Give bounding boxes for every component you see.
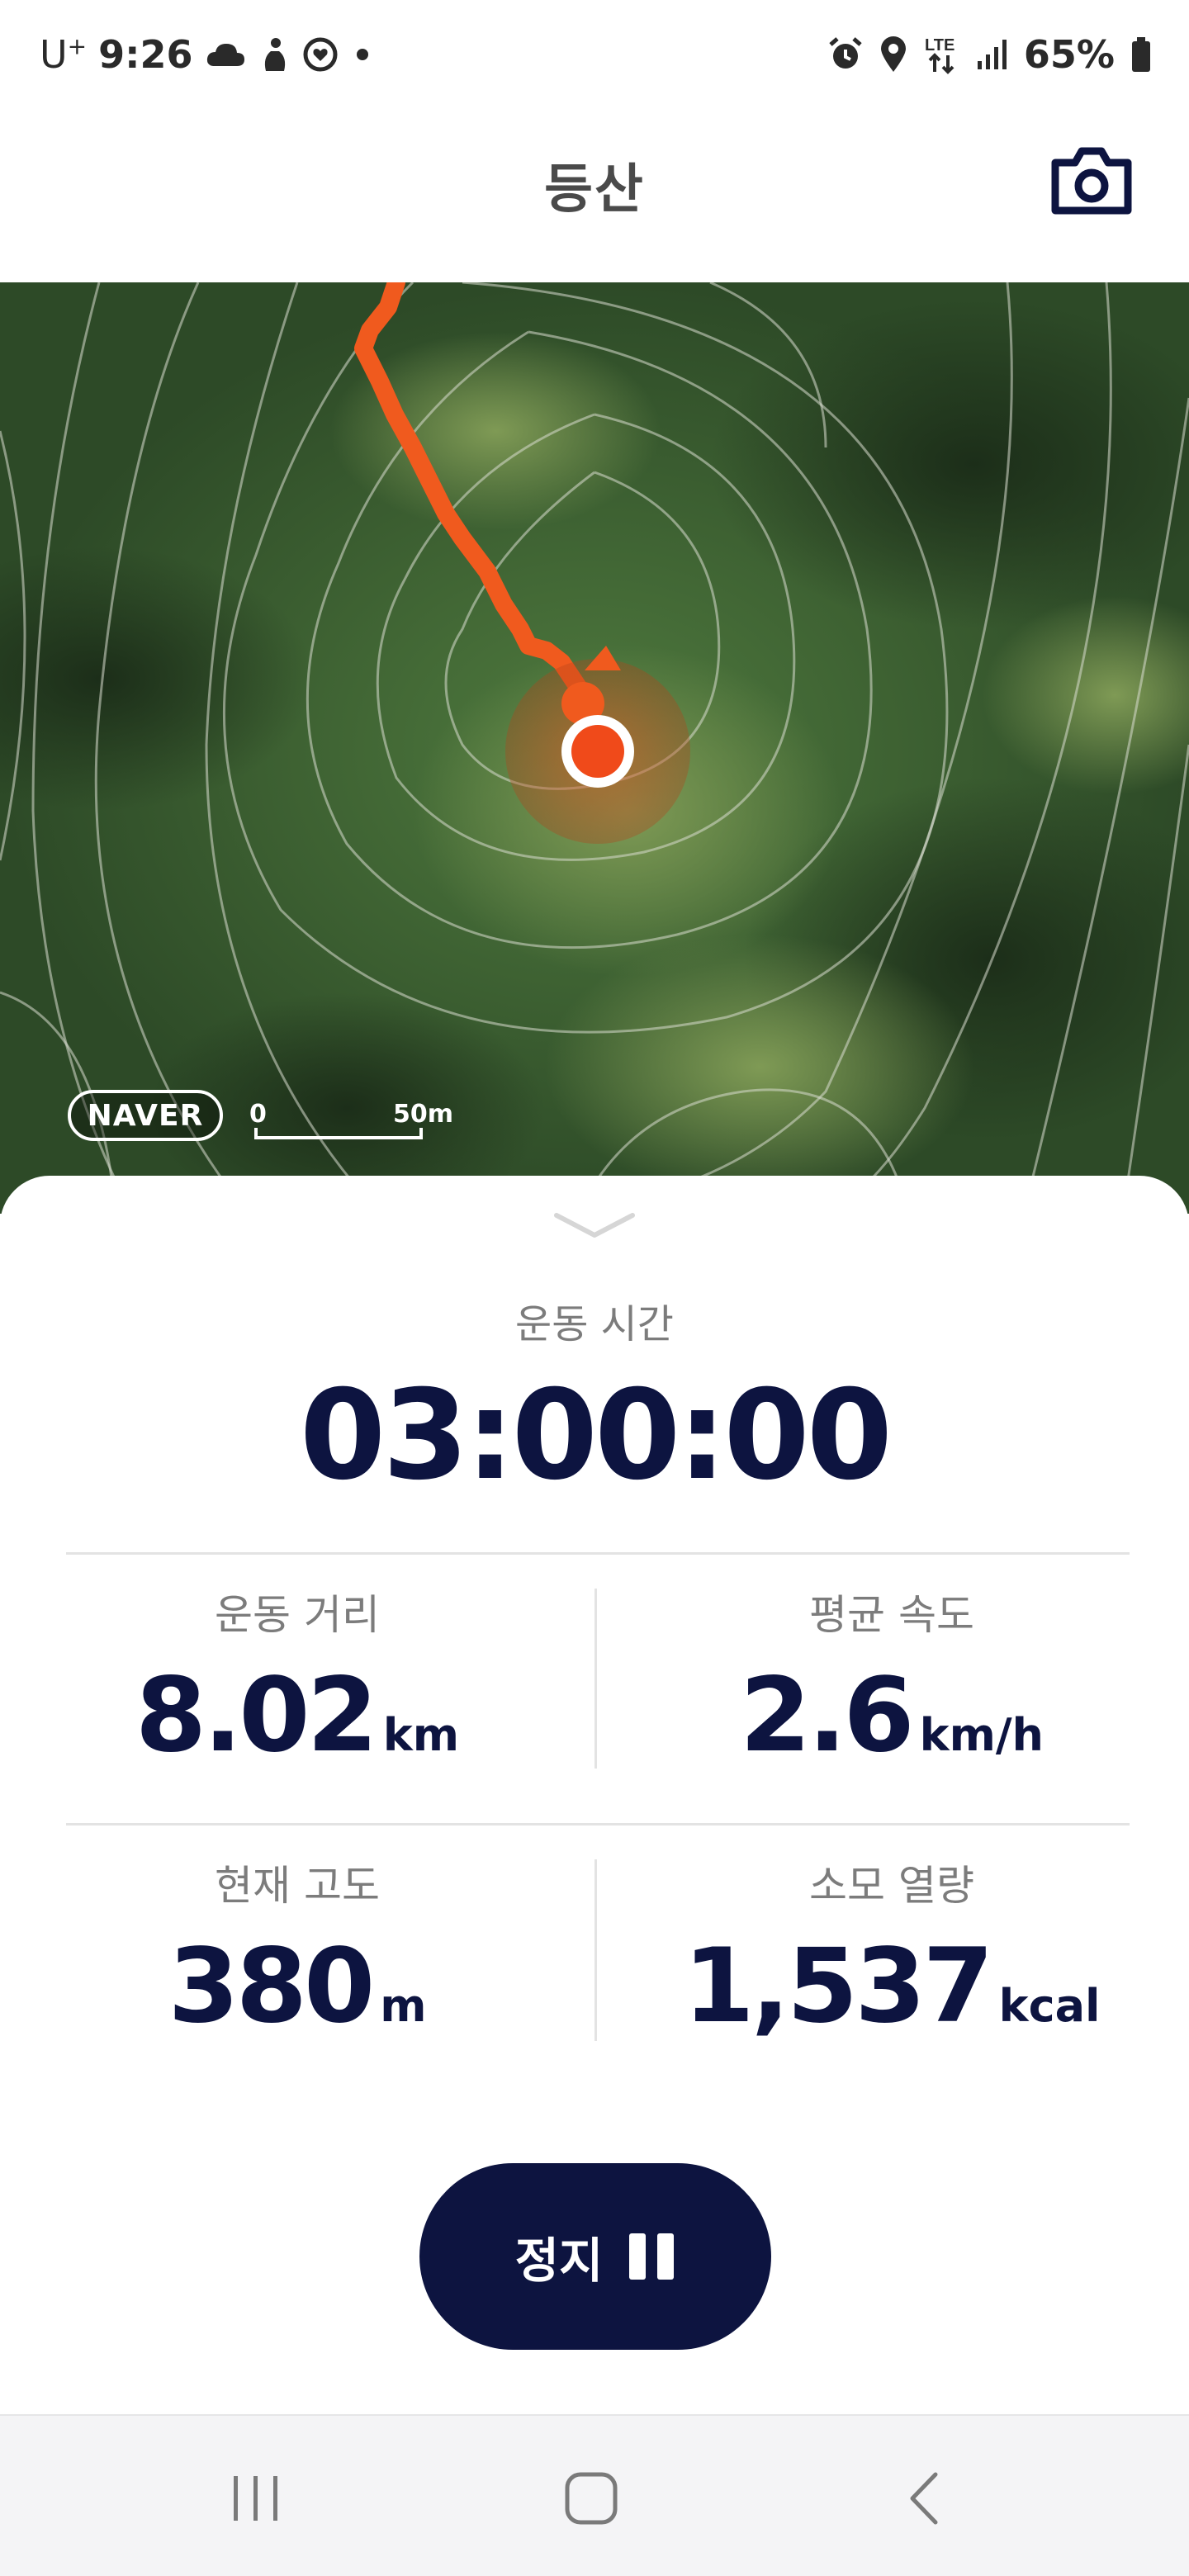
stat-calories: 소모 열량 1,537 kcal: [628, 1861, 1156, 2046]
stat-calories-label: 소모 열량: [809, 1862, 974, 1910]
location-icon: [879, 36, 908, 73]
naver-logo: NAVER: [68, 1090, 223, 1141]
stat-altitude-unit: m: [380, 1980, 427, 2032]
scale-line: [254, 1128, 423, 1139]
home-button[interactable]: [542, 2459, 641, 2538]
stat-distance-unit: km: [382, 1709, 460, 1761]
map-view[interactable]: NAVER 0 50m: [0, 282, 1189, 1214]
stat-calories-value: 1,537: [683, 1927, 993, 2046]
battery-icon: [1130, 36, 1153, 73]
workout-sheet: 운동 시간 03:00:00 운동 거리 8.02 km 평균 속도 2.6 k…: [0, 1176, 1189, 2414]
back-button[interactable]: [875, 2459, 974, 2538]
camera-icon: [1051, 147, 1132, 215]
stat-altitude-value: 380: [168, 1927, 375, 2046]
cloud-icon: [205, 40, 246, 69]
stat-altitude-label: 현재 고도: [215, 1862, 380, 1910]
stats-vdivider-2: [594, 1859, 597, 2041]
stat-distance-label: 운동 거리: [215, 1591, 380, 1639]
chevron-down-icon: [554, 1213, 635, 1238]
home-icon: [565, 2472, 618, 2525]
status-left: U+ 9:26: [40, 28, 375, 81]
workout-time-value: 03:00:00: [299, 1364, 893, 1508]
app-header: 등산: [0, 107, 1189, 282]
status-right: LTE 65%: [827, 28, 1153, 81]
stat-calories-unit: kcal: [998, 1980, 1101, 2032]
stat-altitude: 현재 고도 380 m: [33, 1861, 561, 2046]
status-time: 9:26: [98, 32, 193, 77]
svg-text:LTE: LTE: [925, 36, 955, 54]
stat-speed-label: 평균 속도: [809, 1591, 974, 1639]
stat-speed-value: 2.6: [739, 1656, 915, 1775]
workout-time-label: 운동 시간: [515, 1301, 674, 1347]
lte-icon: LTE: [923, 34, 961, 75]
stop-button[interactable]: 정지: [419, 2163, 771, 2350]
dot-icon: [350, 46, 375, 63]
stats-divider-top: [66, 1552, 1130, 1555]
person-icon: [258, 36, 291, 73]
stats-vdivider-1: [594, 1589, 597, 1769]
satellite-map: [0, 282, 1189, 1214]
recents-button[interactable]: [206, 2459, 306, 2538]
stats-divider-middle: [66, 1823, 1130, 1825]
stat-speed-unit: km/h: [919, 1709, 1045, 1761]
status-bar: U+ 9:26 LTE 65%: [0, 0, 1189, 107]
stat-speed: 평균 속도 2.6 km/h: [628, 1590, 1156, 1775]
back-icon: [910, 2472, 938, 2525]
stat-distance: 운동 거리 8.02 km: [33, 1590, 561, 1775]
sheet-collapse-handle[interactable]: [553, 1209, 636, 1242]
page-title: 등산: [544, 159, 645, 220]
pause-icon: [629, 2233, 675, 2280]
signal-icon: [976, 38, 1009, 71]
carrier-label: U+: [40, 32, 88, 77]
recents-icon: [234, 2476, 277, 2521]
scale-end-label: 50m: [393, 1100, 454, 1129]
stat-distance-value: 8.02: [135, 1656, 378, 1775]
heart-ring-icon: [302, 36, 339, 73]
camera-button[interactable]: [1049, 144, 1135, 218]
system-nav-bar: [0, 2414, 1189, 2576]
map-scale-bar: 0 50m: [248, 1100, 453, 1146]
stop-label: 정지: [514, 2233, 604, 2289]
alarm-icon: [827, 36, 864, 73]
scale-start-label: 0: [249, 1100, 267, 1129]
battery-percent: 65%: [1023, 32, 1115, 77]
